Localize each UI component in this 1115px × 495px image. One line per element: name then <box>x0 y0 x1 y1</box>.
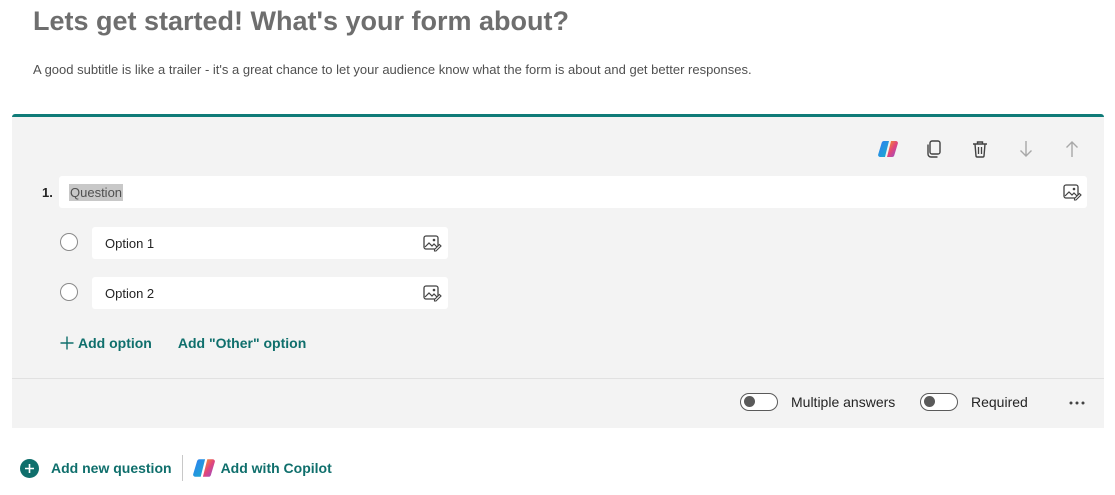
divider <box>181 455 183 481</box>
more-icon <box>1069 401 1085 405</box>
multiple-answers-setting: Multiple answers <box>740 393 895 411</box>
required-setting: Required <box>920 393 1028 411</box>
option-radio[interactable] <box>60 283 78 301</box>
move-down-icon <box>1020 141 1032 157</box>
copilot-button[interactable] <box>872 137 904 161</box>
copy-button[interactable] <box>918 137 950 161</box>
add-new-question-button[interactable]: Add new question <box>20 458 172 478</box>
toggle-knob <box>924 396 935 407</box>
move-up-icon <box>1066 141 1078 157</box>
copy-icon <box>927 140 941 158</box>
question-settings-bar: Multiple answers Required <box>12 378 1104 429</box>
option-row: Option 2 <box>58 277 450 311</box>
required-label: Required <box>971 394 1028 410</box>
insert-media-icon[interactable] <box>1062 182 1082 202</box>
insert-media-icon[interactable] <box>422 283 442 303</box>
option-row: Option 1 <box>58 227 450 261</box>
delete-icon <box>973 141 987 158</box>
add-new-question-label: Add new question <box>51 460 172 476</box>
question-toolbar <box>872 137 1088 161</box>
multiple-answers-label: Multiple answers <box>791 394 896 410</box>
option-input[interactable]: Option 1 <box>92 227 448 259</box>
more-options-button[interactable] <box>1068 393 1086 411</box>
add-circle-icon <box>20 458 39 478</box>
question-input[interactable]: Question <box>59 176 1087 208</box>
insert-media-icon[interactable] <box>422 233 442 253</box>
move-up-button[interactable] <box>1056 137 1088 161</box>
bottom-actions: Add new question Add with Copilot <box>20 455 332 481</box>
plus-icon <box>60 336 74 350</box>
add-with-copilot-button[interactable]: Add with Copilot <box>192 458 332 478</box>
form-title[interactable]: Lets get started! What's your form about… <box>33 6 569 37</box>
question-card[interactable]: 1. Question Option 1 Option 2 Add option… <box>12 114 1104 428</box>
option-input[interactable]: Option 2 <box>92 277 448 309</box>
copilot-icon <box>192 459 215 477</box>
copilot-icon <box>878 141 898 157</box>
add-option-links: Add option Add "Other" option <box>60 335 306 351</box>
option-text: Option 1 <box>105 236 155 251</box>
move-down-button[interactable] <box>1010 137 1042 161</box>
toggle-knob <box>744 396 755 407</box>
required-toggle[interactable] <box>920 393 958 411</box>
option-radio[interactable] <box>60 233 78 251</box>
add-with-copilot-label: Add with Copilot <box>220 460 332 476</box>
add-option-label: Add option <box>78 335 152 351</box>
add-option-button[interactable]: Add option <box>60 335 152 351</box>
option-text: Option 2 <box>105 286 155 301</box>
delete-button[interactable] <box>964 137 996 161</box>
add-other-option-button[interactable]: Add "Other" option <box>178 335 306 351</box>
question-number: 1. <box>42 185 53 200</box>
question-text[interactable]: Question <box>69 184 124 201</box>
form-subtitle[interactable]: A good subtitle is like a trailer - it's… <box>33 62 752 77</box>
multiple-answers-toggle[interactable] <box>740 393 778 411</box>
